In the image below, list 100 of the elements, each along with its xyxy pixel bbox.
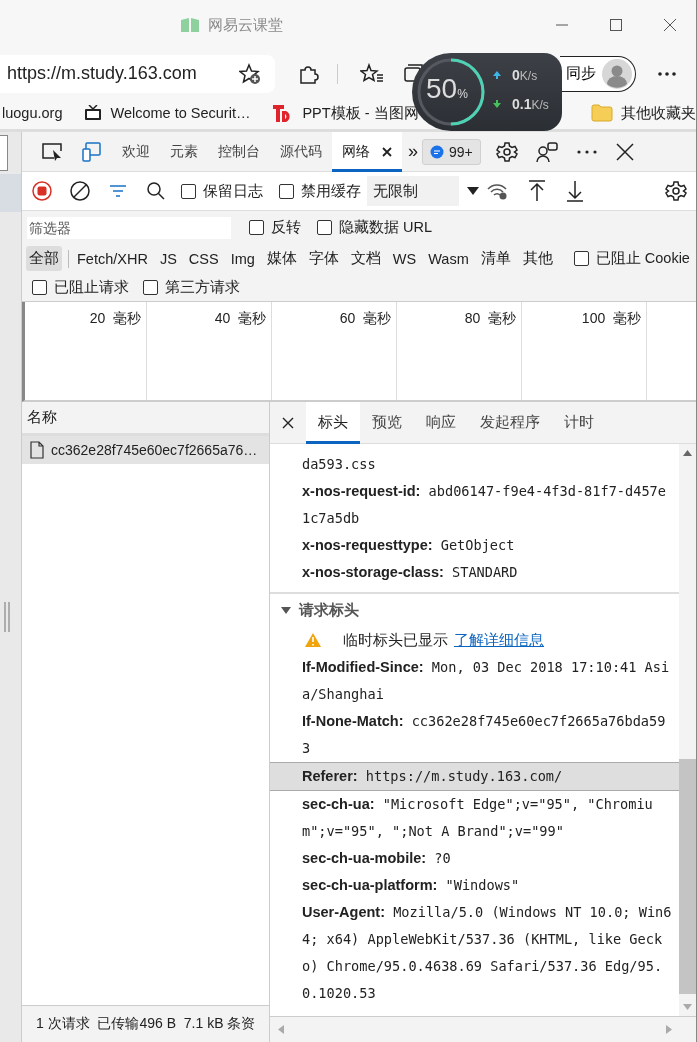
clear-icon[interactable] [70,181,90,201]
close-icon[interactable] [615,142,634,161]
maximize-icon[interactable] [608,17,624,33]
tick-label: 100 毫秒 [581,310,641,328]
panel-tab[interactable]: 源代码 [270,131,332,172]
filter-icon[interactable] [108,183,128,199]
type-filter[interactable]: CSS [185,247,222,270]
learn-more-link[interactable]: 了解详细信息 [454,630,544,650]
upload-arrow-icon [492,70,502,80]
detail-tab[interactable]: 标头 [306,401,360,444]
avatar-icon [602,58,632,89]
checkbox-label: 第三方请求 [165,277,240,297]
header-line: Referer: https://m.study.163.com/ [302,767,564,786]
checkbox[interactable] [181,183,196,199]
type-filter[interactable]: 字体 [305,246,342,271]
feedback-icon[interactable] [535,140,558,163]
profile-button[interactable]: 同步 [560,55,636,92]
stop-recording-icon[interactable] [32,181,52,201]
type-filter[interactable]: JS [156,247,180,270]
filter-field[interactable]: 筛选器 [27,216,231,239]
column-header[interactable]: 名称 [22,402,269,436]
vertical-scrollbar[interactable] [679,444,696,1016]
checkbox[interactable] [317,220,332,235]
header-line: x-nos-storage-class: STANDARD [302,563,519,582]
add-favorite-icon[interactable] [239,62,261,85]
checkbox[interactable] [32,279,47,295]
detail-tab[interactable]: 预览 [360,401,414,444]
header-line: da593.css [302,455,377,474]
download-arrow-icon [492,99,502,109]
panel-tab[interactable]: 网络 [332,131,402,172]
type-filter[interactable]: 媒体 [263,246,300,271]
bookmark[interactable]: Welcome to Securit… [84,105,251,121]
panel-tab[interactable]: 元素 [160,131,208,172]
expanded-triangle-icon [281,605,291,615]
resize-handle-icon[interactable] [3,602,11,632]
type-filter[interactable]: 其他 [519,246,556,271]
chat-icon [430,144,444,159]
download-icon[interactable] [565,180,585,202]
header-line: User-Agent: Mozilla/5.0 (Windows NT 10.0; Win64; x64) AppleWebKit/537.36 (KHTML, like Gecko) Chrome/95.0.4638.69 Safari/537.36 Edg/95.0.1020.53 [302,903,673,1003]
checkbox-label: 隐藏数据 URL [339,218,433,237]
scroll-left-icon [278,1025,284,1034]
close-icon[interactable] [662,17,678,33]
detail-tab[interactable]: 响应 [414,401,468,444]
status-bar: 1 次请求 已传输496 B 7.1 kB 条资 [22,1005,269,1042]
bookmark[interactable]: luogu.org [2,105,63,121]
percent-reading: 50% [426,73,468,105]
type-filter[interactable]: WS [389,247,420,270]
detail-tab[interactable]: 发起程序 [468,401,552,444]
settings-icon[interactable] [665,180,687,202]
scroll-up-icon [683,450,692,456]
header-line: sec-ch-ua-mobile: ?0 [302,849,452,868]
section-header[interactable]: 请求标头 [270,592,679,626]
panel-tab[interactable]: 控制台 [208,131,270,172]
horizontal-scrollbar[interactable] [270,1016,696,1042]
device-icon[interactable] [81,141,103,162]
window-title: 网易云课堂 [208,15,283,35]
network-conditions-icon[interactable] [487,182,509,200]
warning-text: 临时标头已显示 [343,630,448,650]
checkbox-label: 已阻止 Cookie [595,249,690,268]
warning-icon [305,633,321,647]
inspect-icon[interactable] [41,141,63,162]
header-line: sec-ch-ua: "Microsoft Edge";v="95", "Chromium";v="95", ";Not A Brand";v="99" [302,795,654,841]
close-icon[interactable] [282,416,294,429]
folder-icon [591,104,613,122]
checkbox-label: 禁用缓存 [301,181,361,201]
panel-tab[interactable]: 欢迎 [112,131,160,172]
issues-badge[interactable]: 99+ [422,138,481,165]
settings-icon[interactable] [495,140,518,163]
type-filter[interactable]: 清单 [477,246,514,271]
type-filter[interactable]: 文档 [347,246,384,271]
header-line: sec-ch-ua-platform: "Windows" [302,876,521,895]
type-filter[interactable]: Wasm [425,247,472,270]
checkbox[interactable] [143,279,158,295]
checkbox-label: 保留日志 [203,181,263,201]
type-filter[interactable]: 全部 [26,246,62,271]
favorites-icon[interactable] [360,62,384,85]
request-row[interactable]: cc362e28f745e60ec7f2665a76… [22,436,269,464]
detail-tab[interactable]: 计时 [552,401,606,444]
checkbox[interactable] [249,220,264,235]
checkbox-label: 已阻止请求 [54,277,129,297]
checkbox-label: 反转 [271,218,301,237]
more-tabs-button[interactable]: » [402,141,422,162]
header-line: x-nos-request-id: abd06147-f9e4-4f3d-81f7-d457e1c7a5db [302,482,667,528]
tv-icon [84,105,103,121]
bookmark[interactable]: PPT模板 - 当图网 [272,103,419,123]
close-icon[interactable] [382,146,392,157]
more-icon[interactable] [575,148,598,155]
checkbox[interactable] [573,251,589,266]
book-icon [180,17,200,33]
bookmark-folder[interactable]: 其他收藏夹 [591,103,696,123]
address-field[interactable]: https://m.study.163.com [0,54,275,93]
type-filter[interactable]: Fetch/XHR [74,247,151,270]
search-icon[interactable] [146,181,166,201]
header-line: x-nos-requesttype: GetObject [302,536,516,555]
checkbox[interactable] [279,183,294,199]
upload-icon[interactable] [527,180,547,202]
type-filter[interactable]: Img [227,247,258,270]
tick-label: 40 毫秒 [214,310,266,328]
download-speed: 0.1K/s [512,96,549,112]
tick-label: 80 毫秒 [464,310,516,328]
